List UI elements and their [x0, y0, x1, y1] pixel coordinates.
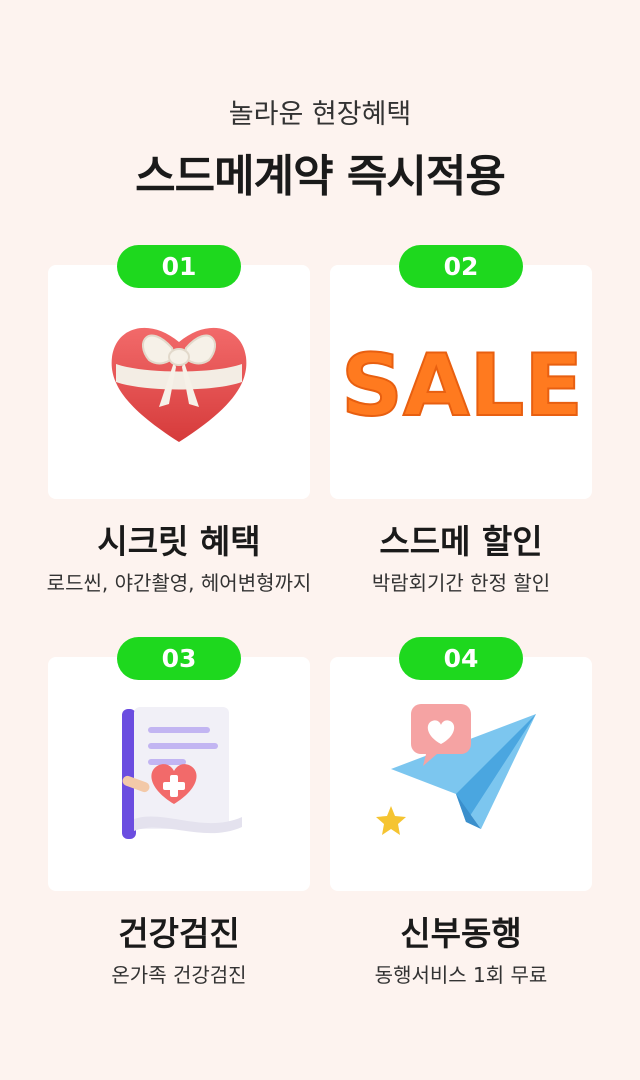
benefit-description: 박람회기간 한정 할인 [371, 571, 551, 595]
benefit-description: 온가족 건강검진 [111, 963, 247, 987]
number-badge: 04 [399, 637, 523, 680]
benefit-title: 시크릿 혜택 [97, 522, 261, 561]
benefit-title: 스드메 할인 [379, 522, 543, 561]
benefit-card-sale: 02 SALE 스드메 할인 박람회기간 한정 할인 [330, 245, 592, 605]
sale-balloon-letters: SALE [330, 265, 592, 499]
benefit-title: 건강검진 [118, 914, 240, 953]
benefit-card-secret: 01 시크릿 혜택 로드씬, 야간촬영, 헤어변형까지 [47, 245, 311, 605]
medical-document-icon [48, 657, 310, 891]
benefit-description: 동행서비스 1회 무료 [374, 963, 548, 987]
number-badge: 01 [117, 245, 241, 288]
page-title: 스드메계약 즉시적용 [135, 151, 506, 202]
number-badge: 02 [399, 245, 523, 288]
svg-text:SALE: SALE [341, 336, 581, 436]
number-badge: 03 [117, 637, 241, 680]
benefit-title: 신부동행 [400, 914, 522, 953]
benefit-card-health: 03 건강검진 온가족 건강검진 [48, 637, 310, 997]
header-subtitle: 놀라운 현장혜택 [228, 99, 412, 130]
heart-gift-icon [48, 265, 310, 499]
benefit-description: 로드씬, 야간촬영, 헤어변형까지 [46, 571, 312, 595]
benefit-card-companion: 04 신부동행 동행서비스 1회 무료 [330, 637, 592, 997]
paper-plane-heart-icon [330, 657, 592, 891]
